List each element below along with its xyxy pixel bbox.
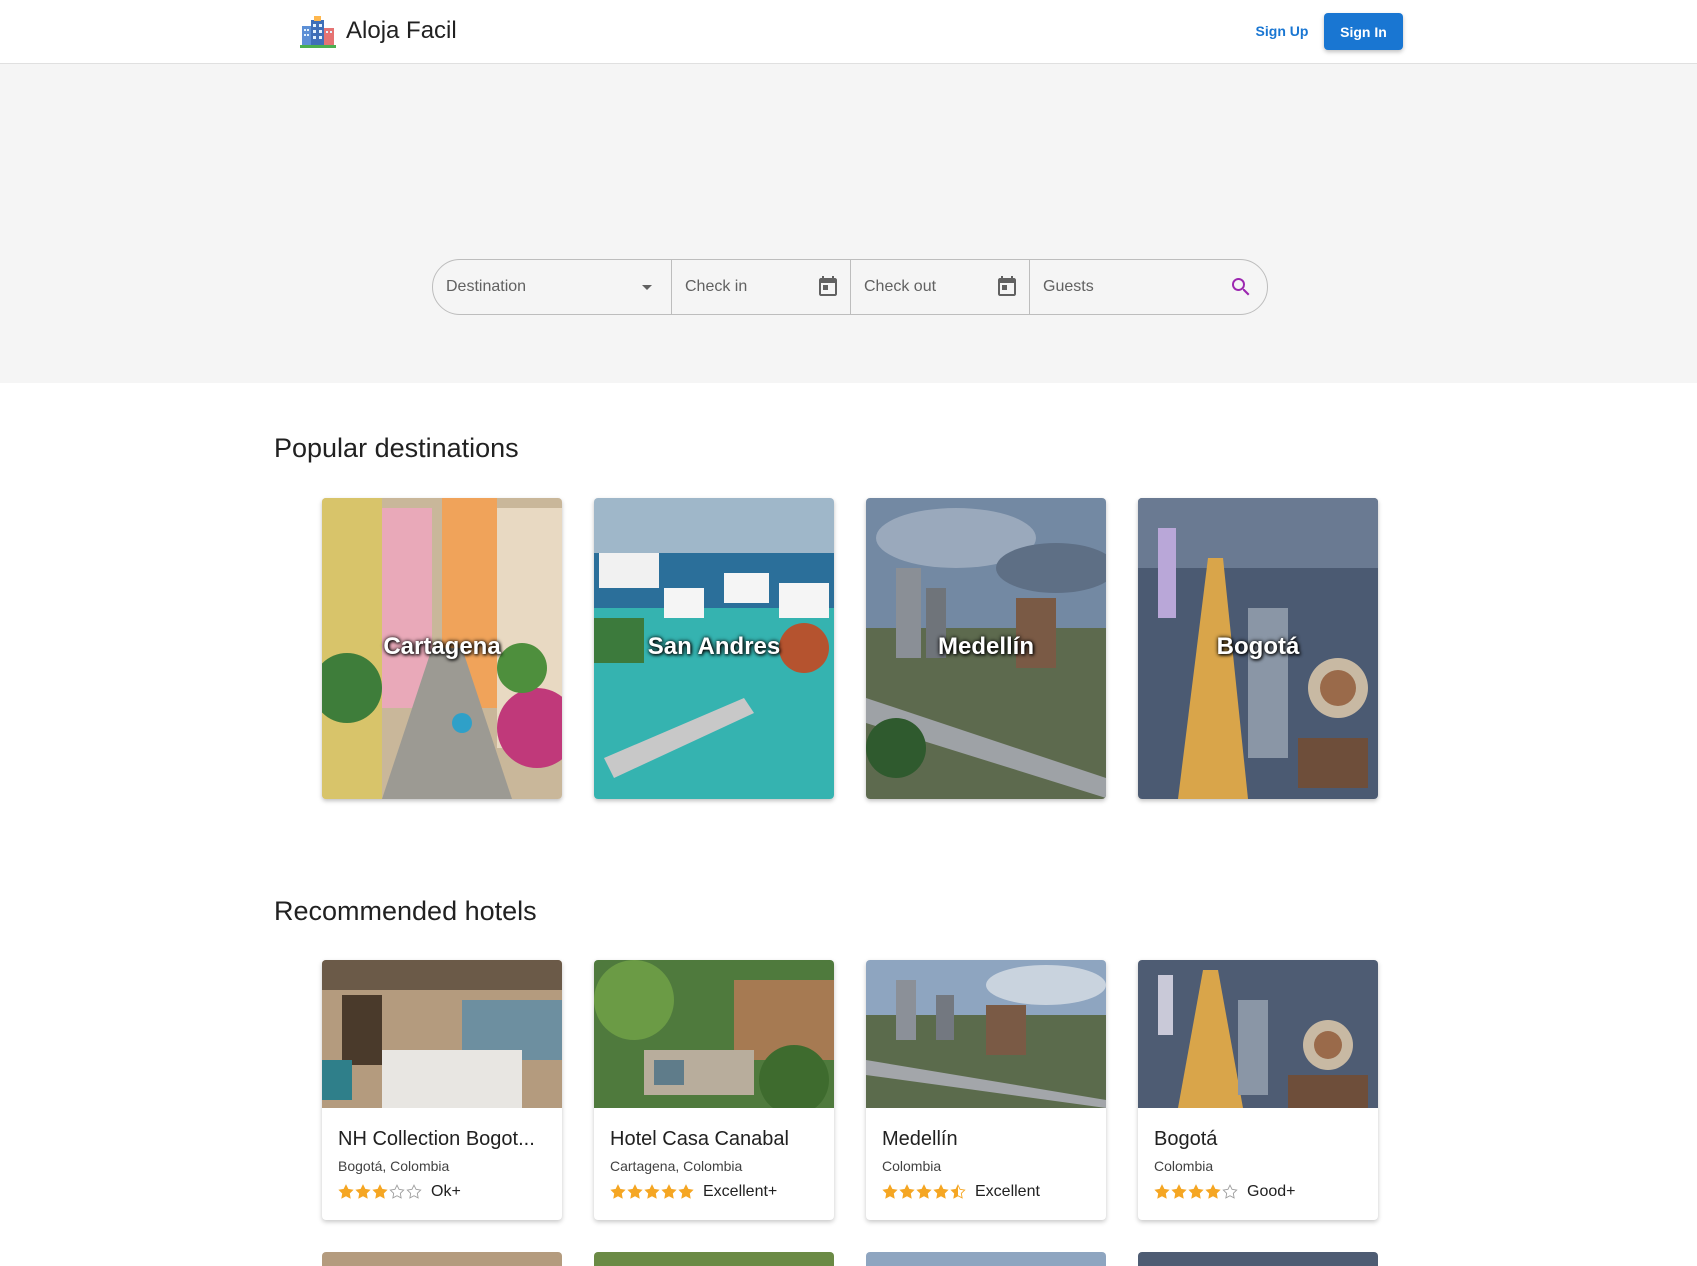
hotel-location: Cartagena, Colombia (610, 1158, 743, 1174)
star-rating (338, 1184, 423, 1200)
star-full-icon (661, 1184, 677, 1199)
star-full-icon (1171, 1184, 1187, 1199)
star-full-icon (916, 1184, 932, 1199)
star-full-icon (678, 1184, 694, 1199)
hotel-card-next-row[interactable] (594, 1252, 834, 1266)
star-empty-icon (1222, 1184, 1238, 1199)
hotel-image (1138, 960, 1378, 1108)
hotel-location: Colombia (1154, 1158, 1214, 1174)
rating-label: Excellent+ (703, 1183, 778, 1200)
star-full-icon (372, 1184, 388, 1199)
star-full-icon (644, 1184, 660, 1199)
popular-destinations-title: Popular destinations (274, 433, 519, 463)
recommended-hotels-title: Recommended hotels (274, 896, 537, 926)
hotel-image (594, 960, 834, 1108)
destination-card-bogota[interactable]: Bogotá (1138, 498, 1378, 799)
star-full-icon (1154, 1184, 1170, 1199)
hotel-name: NH Collection Bogot... (338, 1128, 535, 1150)
star-empty-icon (406, 1184, 422, 1199)
sign-in-button[interactable]: Sign In (1324, 13, 1403, 50)
dropdown-arrow-icon[interactable] (635, 275, 659, 299)
hotel-card-next-row[interactable] (322, 1252, 562, 1266)
check-out-field[interactable]: Check out (850, 260, 1029, 314)
star-rating (882, 1184, 967, 1200)
destination-card-cartagena[interactable]: Cartagena (322, 498, 562, 799)
star-half-icon (950, 1184, 966, 1199)
brand-name[interactable]: Aloja Facil (346, 17, 457, 45)
rating-label: Excellent (975, 1183, 1040, 1200)
star-full-icon (1188, 1184, 1204, 1199)
hotel-logo-icon[interactable] (300, 16, 336, 48)
hotel-rating: Good+ (1154, 1182, 1295, 1202)
hotel-card-next-row[interactable] (866, 1252, 1106, 1266)
rating-label: Good+ (1247, 1183, 1296, 1200)
destination-label: Bogotá (1216, 633, 1300, 660)
check-in-field[interactable]: Check in (671, 260, 850, 314)
hotel-location: Bogotá, Colombia (338, 1158, 450, 1174)
search-icon[interactable] (1229, 275, 1253, 299)
star-full-icon (899, 1184, 915, 1199)
app-header: Aloja Facil Sign Up Sign In (0, 0, 1697, 64)
star-rating (610, 1184, 695, 1200)
check-out-placeholder: Check out (864, 278, 937, 295)
calendar-icon[interactable] (816, 275, 840, 299)
destination-card-san-andres[interactable]: San Andres (594, 498, 834, 799)
hotel-name: Bogotá (1154, 1128, 1218, 1150)
rating-label: Ok+ (431, 1183, 461, 1200)
destination-label: Cartagena (383, 633, 501, 660)
star-rating (1154, 1184, 1239, 1200)
star-full-icon (338, 1184, 354, 1199)
destination-placeholder: Destination (446, 278, 527, 295)
star-full-icon (1205, 1184, 1221, 1199)
guests-placeholder: Guests (1043, 278, 1094, 295)
sign-up-button[interactable]: Sign Up (1244, 13, 1320, 49)
guests-field[interactable]: Guests (1029, 260, 1267, 314)
destination-card-medellin[interactable]: Medellín (866, 498, 1106, 799)
calendar-icon[interactable] (995, 275, 1019, 299)
check-in-placeholder: Check in (685, 278, 748, 295)
star-full-icon (627, 1184, 643, 1199)
star-full-icon (355, 1184, 371, 1199)
hotel-card[interactable]: NH Collection Bogot... Bogotá, Colombia … (322, 960, 562, 1220)
hotel-image (322, 960, 562, 1108)
star-empty-icon (389, 1184, 405, 1199)
star-full-icon (933, 1184, 949, 1199)
search-bar: Destination Check in Check out Guests (432, 259, 1268, 315)
hotel-card[interactable]: Hotel Casa Canabal Cartagena, Colombia E… (594, 960, 834, 1220)
destination-label: San Andres (647, 633, 781, 660)
hotel-name: Hotel Casa Canabal (610, 1128, 789, 1150)
hotel-rating: Excellent+ (610, 1182, 777, 1202)
hotel-card[interactable]: Bogotá Colombia Good+ (1138, 960, 1378, 1220)
hotel-card-next-row[interactable] (1138, 1252, 1378, 1266)
hotel-card[interactable]: Medellín Colombia Excellent (866, 960, 1106, 1220)
destination-label: Medellín (937, 633, 1034, 660)
hotel-location: Colombia (882, 1158, 942, 1174)
star-full-icon (882, 1184, 898, 1199)
destination-select[interactable]: Destination (433, 260, 671, 314)
hotel-name: Medellín (882, 1128, 958, 1150)
hotel-rating: Ok+ (338, 1182, 461, 1202)
hotel-rating: Excellent (882, 1182, 1040, 1202)
hero-section: Destination Check in Check out Guests (0, 64, 1697, 383)
hotel-image (866, 960, 1106, 1108)
star-full-icon (610, 1184, 626, 1199)
